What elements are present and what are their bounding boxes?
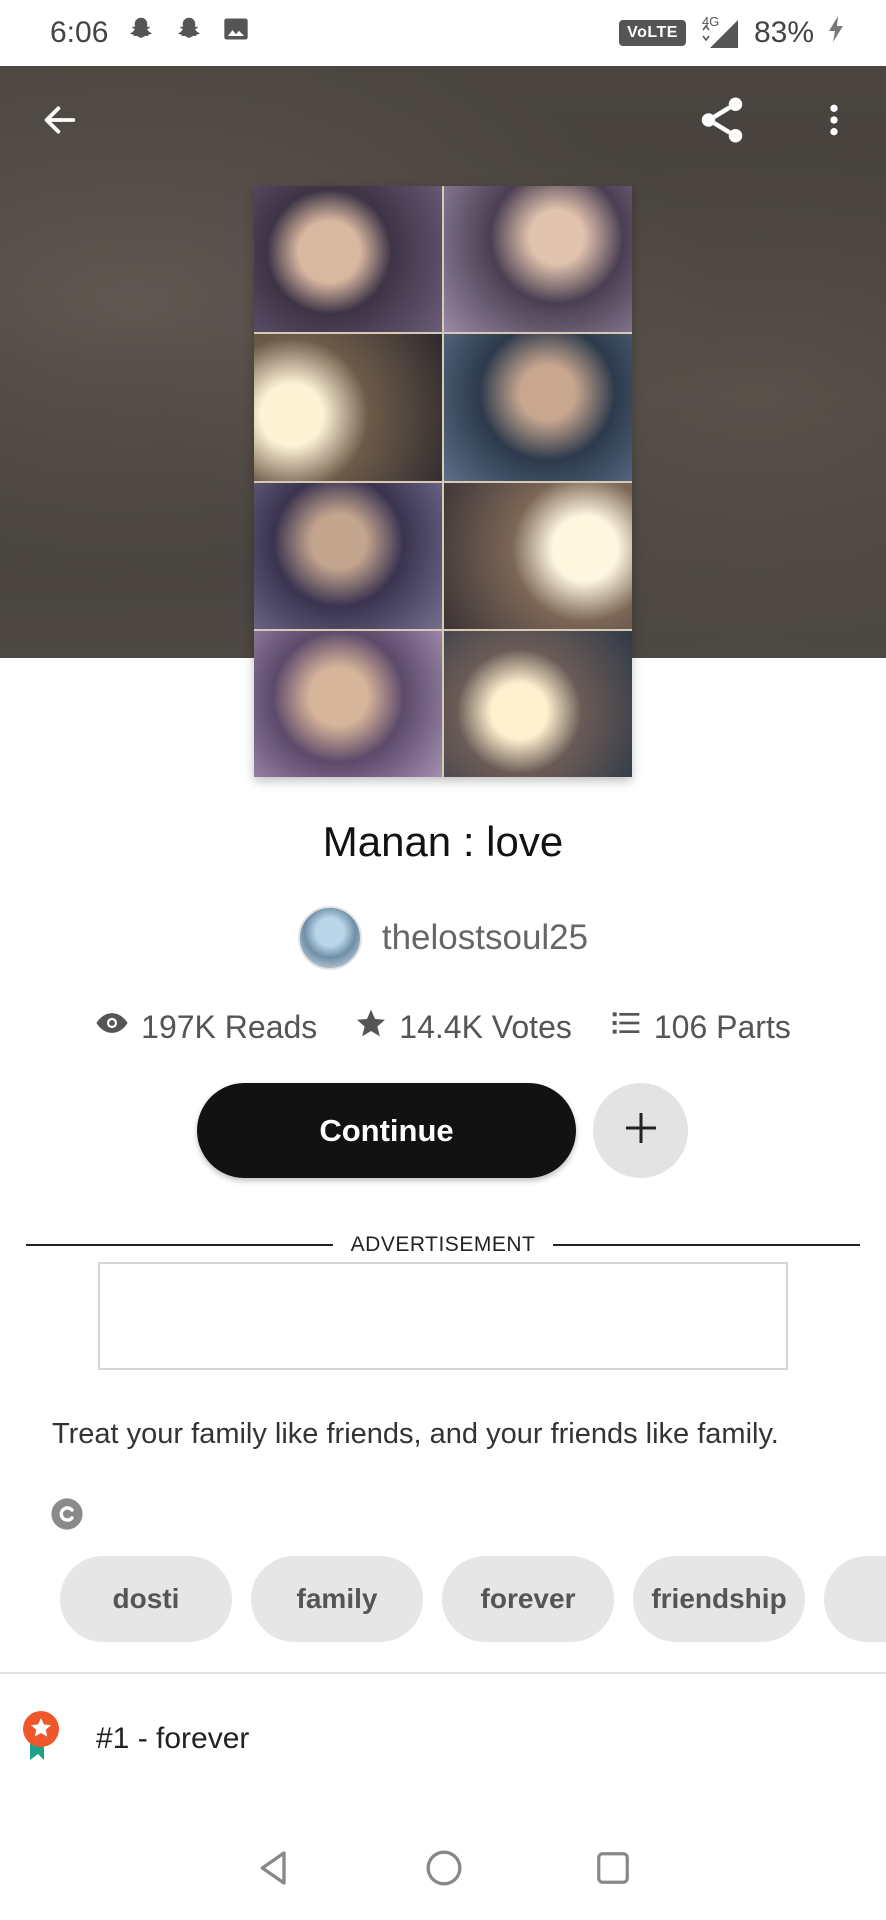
- battery-level: 83%: [753, 16, 814, 49]
- status-time: 6:06: [50, 16, 109, 49]
- ad-slot[interactable]: [98, 1262, 788, 1370]
- back-button[interactable]: [30, 92, 90, 152]
- tag-chip[interactable]: forever: [442, 1556, 614, 1642]
- reads-count: 197K Reads: [141, 1008, 318, 1045]
- ad-divider: ADVERTISEMENT: [26, 1232, 860, 1258]
- reads-stat: 197K Reads: [95, 1006, 317, 1048]
- ranking-text: #1 - forever: [96, 1721, 250, 1755]
- story-title: Manan : love: [322, 818, 564, 865]
- share-icon: [695, 93, 749, 152]
- star-icon: [355, 1007, 387, 1047]
- author-avatar[interactable]: [297, 906, 362, 970]
- snapchat-icon: [174, 14, 204, 52]
- section-divider: [0, 1672, 886, 1674]
- tag-list: dosti family forever friendship: [60, 1556, 886, 1642]
- nav-back-icon[interactable]: [254, 1846, 294, 1895]
- continue-label: Continue: [319, 1112, 454, 1148]
- ranking-row[interactable]: #1 - forever: [20, 1710, 249, 1767]
- story-cover-image[interactable]: [254, 186, 632, 777]
- snapchat-icon: [126, 14, 156, 52]
- tag-label: friendship: [651, 1583, 787, 1614]
- share-button[interactable]: [692, 92, 752, 152]
- cover-tile: [444, 630, 632, 777]
- award-badge-icon: [20, 1710, 62, 1767]
- more-vertical-icon: [814, 100, 854, 145]
- votes-stat: 14.4K Votes: [355, 1007, 572, 1047]
- story-details-screen: 6:06 VoLTE 4G 83% Manan: love thelostso…: [0, 0, 886, 1920]
- eye-icon: [95, 1006, 129, 1048]
- arrow-left-icon: [40, 100, 80, 145]
- ad-label: ADVERTISEMENT: [350, 1233, 536, 1256]
- add-to-library-button[interactable]: [593, 1083, 688, 1178]
- tag-label: family: [296, 1583, 378, 1614]
- cover-tile: [254, 186, 442, 333]
- tag-label: dosti: [112, 1583, 180, 1614]
- list-icon: [610, 1007, 642, 1047]
- volte-badge: VoLTE: [619, 20, 686, 46]
- cover-tile: [254, 334, 442, 481]
- image-icon: [222, 15, 250, 51]
- parts-stat: 106 Parts: [610, 1007, 791, 1047]
- divider-line: [26, 1244, 333, 1246]
- nav-recents-icon[interactable]: [594, 1849, 632, 1892]
- cover-tile: [444, 482, 632, 629]
- story-description: Treat your family like friends, and your…: [52, 1418, 779, 1450]
- story-stats: 197K Reads 14.4K Votes 106 Parts: [0, 1006, 886, 1048]
- status-left: 6:06: [50, 14, 250, 52]
- tag-chip[interactable]: friendship: [633, 1556, 805, 1642]
- cover-tile: [254, 482, 442, 629]
- cover-tile: [444, 186, 632, 333]
- charging-icon: [826, 14, 846, 52]
- tag-chip[interactable]: family: [251, 1556, 423, 1642]
- tag-chip[interactable]: dosti: [60, 1556, 232, 1642]
- signal-icon: 4G: [698, 14, 742, 50]
- author-name[interactable]: thelostsoul25: [382, 918, 588, 958]
- cover-tile: [444, 334, 632, 481]
- votes-count: 14.4K Votes: [399, 1008, 572, 1045]
- status-right: VoLTE 4G 83%: [619, 14, 846, 52]
- status-bar: 6:06 VoLTE 4G 83%: [0, 0, 886, 66]
- cover-tile: [254, 630, 442, 777]
- author-row[interactable]: thelostsoul25: [0, 906, 886, 970]
- continue-reading-button[interactable]: Continue: [197, 1083, 576, 1178]
- nav-home-icon[interactable]: [424, 1848, 464, 1893]
- parts-count: 106 Parts: [653, 1008, 791, 1045]
- tag-chip-more[interactable]: [824, 1556, 886, 1642]
- more-options-button[interactable]: [804, 92, 864, 152]
- divider-line: [553, 1244, 860, 1246]
- tag-label: forever: [480, 1583, 576, 1614]
- system-navigation-bar: [0, 1820, 886, 1920]
- plus-icon: [621, 1108, 661, 1153]
- copyright-icon[interactable]: [50, 1497, 84, 1531]
